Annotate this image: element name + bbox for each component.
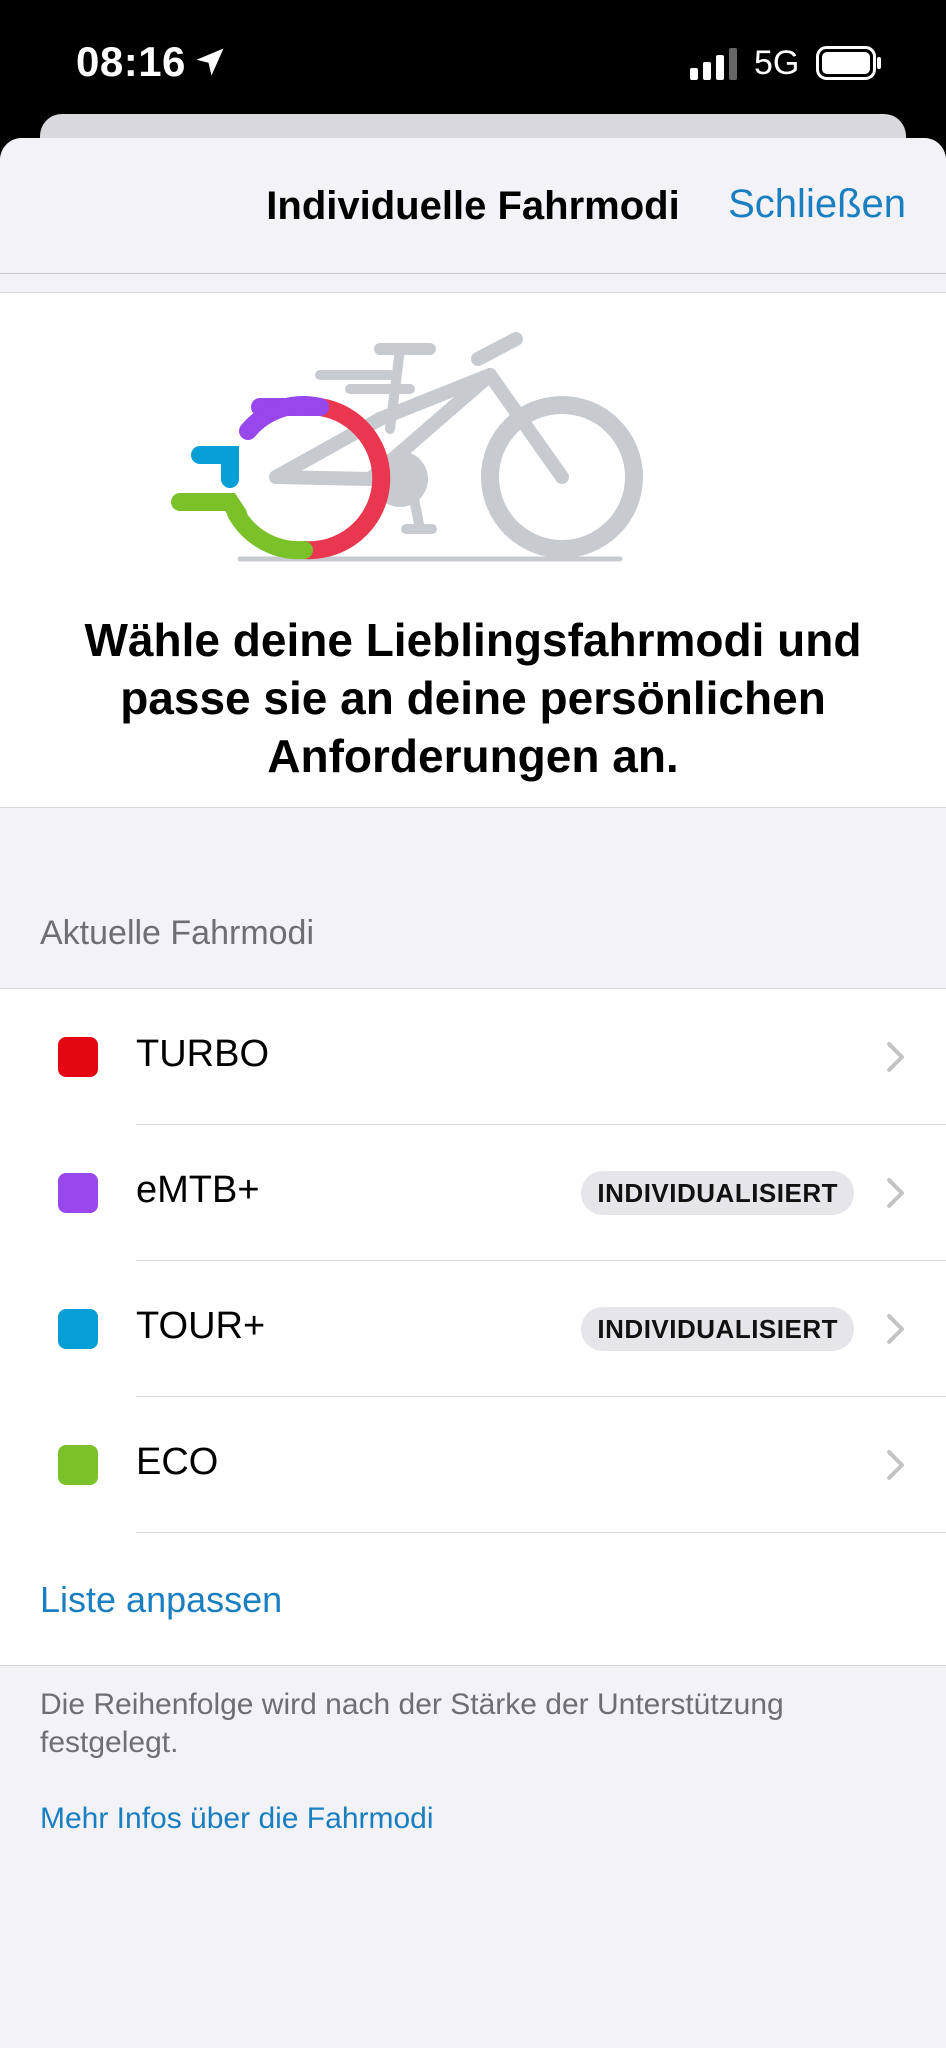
mode-label: ECO bbox=[136, 1441, 219, 1483]
modes-list: TURBO eMTB+ INDIVIDUALISIERT TOUR+ INDIV… bbox=[0, 988, 946, 1666]
chevron-right-icon bbox=[887, 1314, 904, 1344]
mode-color-swatch bbox=[58, 1173, 98, 1213]
battery-icon bbox=[816, 46, 881, 80]
page-title-text: Individuelle Fahrmodi bbox=[266, 184, 680, 228]
network-label: 5G bbox=[754, 44, 800, 82]
customize-list-link[interactable]: Liste anpassen bbox=[40, 1579, 282, 1621]
navigation-bar: Individuelle Fahrmodi Schließen bbox=[0, 138, 946, 274]
modal-sheet: Individuelle Fahrmodi Schließen Wähle de… bbox=[0, 138, 946, 2048]
mode-label: TURBO bbox=[136, 1033, 269, 1075]
chevron-right-icon bbox=[887, 1042, 904, 1072]
bike-icon bbox=[171, 332, 643, 562]
hero-text: Wähle deine Lieblingsfahrmodi und passe … bbox=[84, 614, 862, 782]
divider bbox=[136, 1532, 946, 1533]
list-item-tour-plus[interactable]: TOUR+ INDIVIDUALISIERT bbox=[0, 1261, 946, 1397]
mode-label: eMTB+ bbox=[136, 1169, 260, 1211]
footer-note: Die Reihenfolge wird nach der Stärke der… bbox=[40, 1688, 784, 1759]
status-time: 08:16 bbox=[76, 38, 186, 85]
list-item-turbo[interactable]: TURBO bbox=[0, 989, 946, 1125]
cellular-signal-icon bbox=[690, 48, 737, 80]
mode-color-swatch bbox=[58, 1445, 98, 1485]
mode-label: TOUR+ bbox=[136, 1305, 266, 1347]
list-item-eco[interactable]: ECO bbox=[0, 1397, 946, 1533]
status-bar: 08:16 5G bbox=[0, 0, 946, 130]
list-item-emtb-plus[interactable]: eMTB+ INDIVIDUALISIERT bbox=[0, 1125, 946, 1261]
location-arrow-icon bbox=[196, 48, 224, 76]
status-badge: INDIVIDUALISIERT bbox=[581, 1307, 854, 1351]
chevron-right-icon bbox=[887, 1450, 904, 1480]
status-badge: INDIVIDUALISIERT bbox=[581, 1171, 854, 1215]
more-info-link[interactable]: Mehr Infos über die Fahrmodi bbox=[40, 1802, 434, 1836]
section-header: Aktuelle Fahrmodi bbox=[40, 914, 315, 952]
chevron-right-icon bbox=[887, 1178, 904, 1208]
mode-color-swatch bbox=[58, 1037, 98, 1077]
hero-section: Wähle deine Lieblingsfahrmodi und passe … bbox=[0, 292, 946, 808]
mode-color-swatch bbox=[58, 1309, 98, 1349]
close-button[interactable]: Schließen bbox=[728, 182, 906, 227]
